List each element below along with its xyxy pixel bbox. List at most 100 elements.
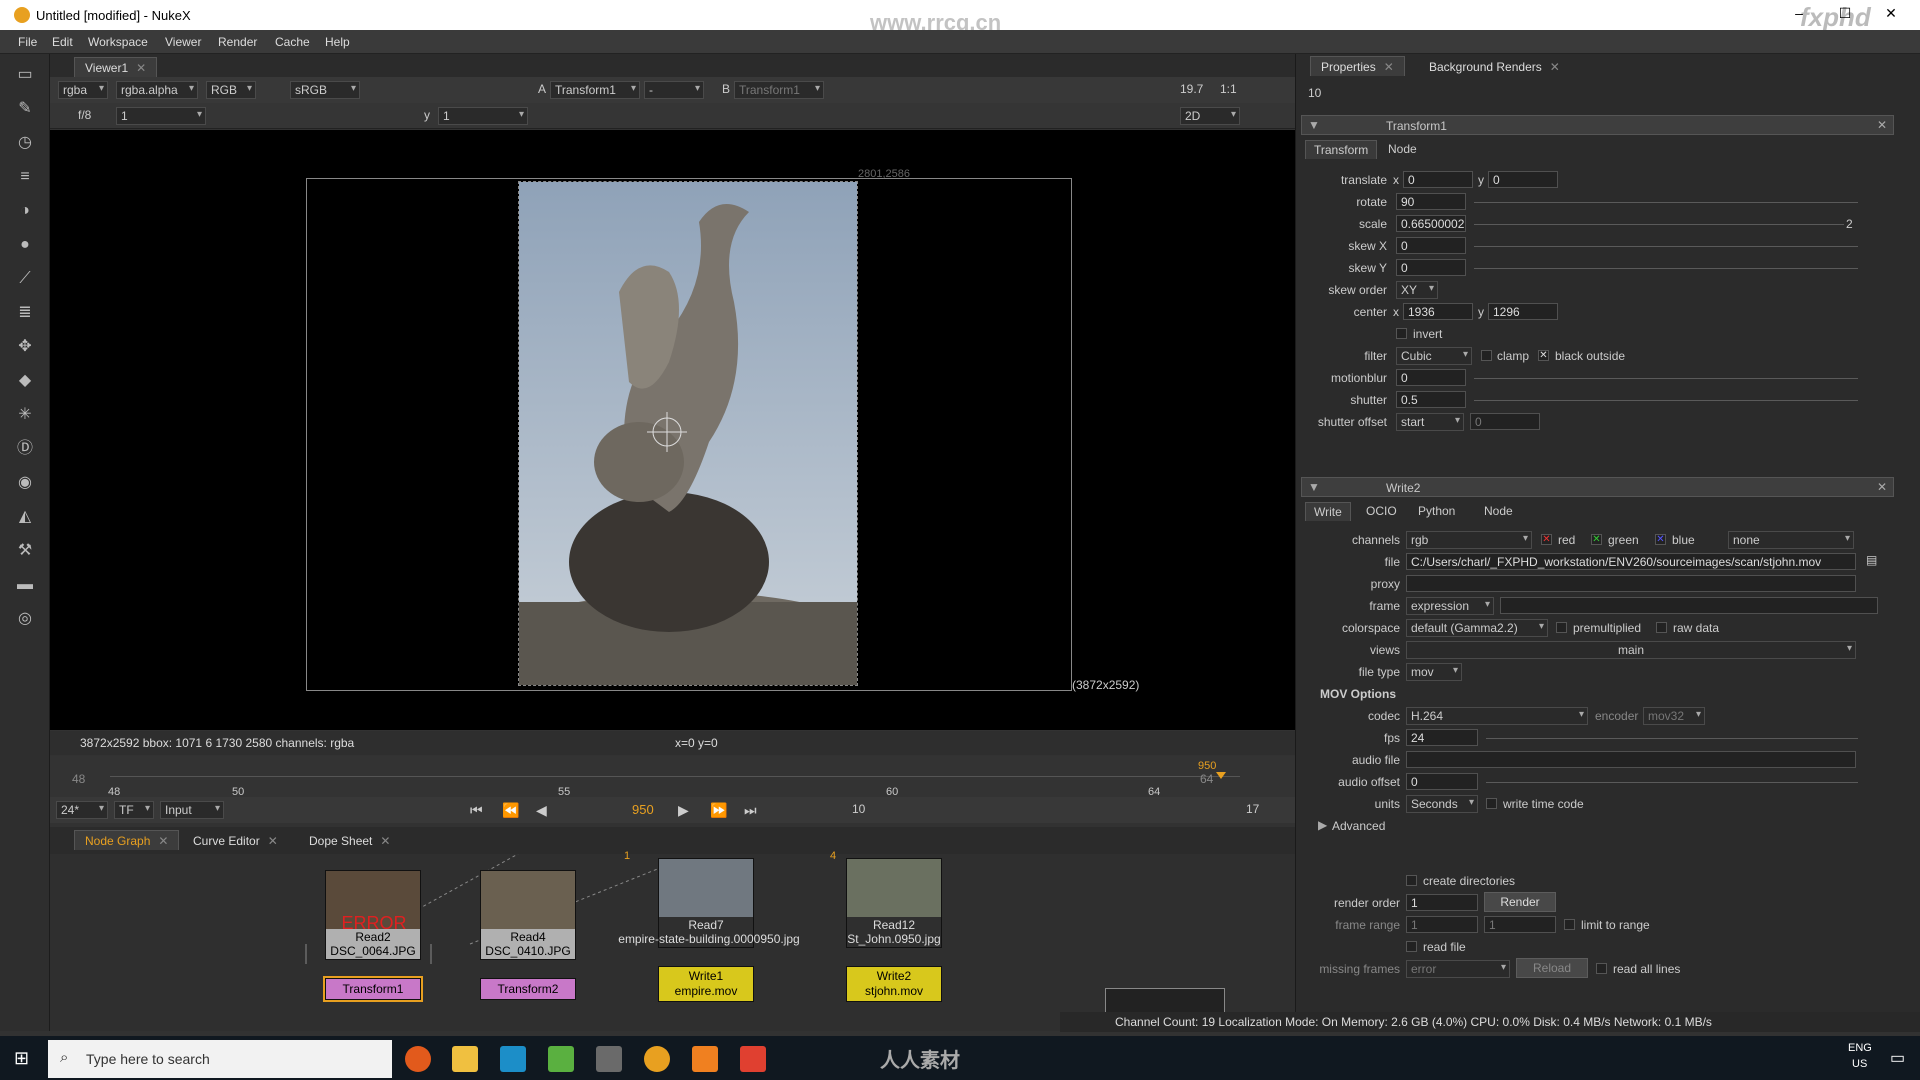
play-icon[interactable]: ▶	[678, 802, 689, 819]
draw-icon[interactable]: ✎	[14, 98, 36, 120]
metadata-icon[interactable]: ◭	[14, 506, 36, 528]
collapse-icon[interactable]: ▼	[1308, 118, 1320, 132]
translate-y-field[interactable]: 0	[1488, 171, 1558, 188]
prev-key-icon[interactable]: ⏪	[502, 802, 519, 819]
tab-python[interactable]: Python	[1410, 502, 1463, 520]
taskbar-search[interactable]: ⌕ Type here to search	[48, 1040, 392, 1078]
transform-node[interactable]: Transform2	[480, 978, 576, 1000]
rotate-slider[interactable]	[1474, 202, 1858, 203]
filter-dropdown[interactable]: Cubic	[1396, 347, 1472, 365]
channels-dropdown[interactable]: rgb	[1406, 531, 1532, 549]
skeworder-dropdown[interactable]: XY	[1396, 281, 1438, 299]
toolsets-icon[interactable]: ⚒	[14, 540, 36, 562]
green-checkbox[interactable]: ✕	[1591, 534, 1602, 545]
close-tab-icon[interactable]: ✕	[158, 834, 168, 848]
frame-range-start-field[interactable]: 1	[1406, 916, 1478, 933]
premultiplied-checkbox[interactable]	[1556, 622, 1567, 633]
render-button[interactable]: Render	[1484, 892, 1556, 912]
display-dropdown[interactable]: RGB	[206, 81, 256, 99]
input-dropdown[interactable]: Input	[160, 801, 224, 819]
colorspace-dropdown[interactable]: default (Gamma2.2)	[1406, 619, 1548, 637]
minimize-button[interactable]: –	[1776, 5, 1822, 21]
transform-icon[interactable]: ✥	[14, 336, 36, 358]
motionblur-field[interactable]: 0	[1396, 369, 1466, 386]
raw-data-checkbox[interactable]	[1656, 622, 1667, 633]
tab-transform[interactable]: Transform	[1305, 140, 1378, 159]
expand-icon[interactable]: ▶	[1318, 818, 1327, 832]
frame-range-end-field[interactable]: 1	[1484, 916, 1556, 933]
menu-render[interactable]: Render	[218, 35, 257, 49]
menu-viewer[interactable]: Viewer	[165, 35, 201, 49]
skewx-field[interactable]: 0	[1396, 237, 1466, 254]
menu-help[interactable]: Help	[325, 35, 350, 49]
menu-file[interactable]: File	[18, 35, 37, 49]
tab-viewer1[interactable]: Viewer1 ✕	[74, 57, 158, 77]
skewy-field[interactable]: 0	[1396, 259, 1466, 276]
codec-dropdown[interactable]: H.264	[1406, 707, 1588, 725]
red-checkbox[interactable]: ✕	[1541, 534, 1552, 545]
menu-cache[interactable]: Cache	[275, 35, 310, 49]
zoom-value[interactable]: 1:1	[1220, 82, 1237, 96]
maximize-button[interactable]: ☐	[1822, 5, 1868, 22]
app2-icon[interactable]	[740, 1046, 766, 1072]
channels-dropdown[interactable]: rgba	[58, 81, 108, 99]
fps-field[interactable]: 24	[1406, 729, 1478, 746]
tab-curve-editor[interactable]: Curve Editor ✕	[182, 830, 289, 850]
read-all-lines-checkbox[interactable]	[1596, 963, 1607, 974]
encoder-dropdown[interactable]: mov32	[1643, 707, 1705, 725]
read-node[interactable]: ERROR Read2 DSC_0064.JPG	[325, 870, 421, 960]
tab-node[interactable]: Node	[1380, 140, 1425, 158]
windows-start-icon[interactable]: ⊞	[14, 1048, 34, 1068]
image-icon[interactable]: ▭	[14, 64, 36, 86]
alpha-dropdown[interactable]: rgba.alpha	[116, 81, 198, 99]
collapse-icon[interactable]: ▼	[1308, 480, 1320, 494]
scale-field[interactable]: 0.66500002	[1396, 215, 1466, 232]
close-tab-icon[interactable]: ✕	[380, 834, 390, 848]
write-timecode-checkbox[interactable]	[1486, 798, 1497, 809]
firefox-icon[interactable]	[405, 1046, 431, 1072]
colorspace-dropdown[interactable]: sRGB	[290, 81, 360, 99]
transform-panel-header[interactable]: ▼ Transform1 ✕	[1301, 115, 1894, 135]
file-explorer-icon[interactable]	[452, 1046, 478, 1072]
tab-write[interactable]: Write	[1305, 502, 1351, 521]
audiooffset-field[interactable]: 0	[1406, 773, 1478, 790]
nuke-taskbar-icon[interactable]	[644, 1046, 670, 1072]
frame-expression-field[interactable]	[1500, 597, 1878, 614]
write-node[interactable]: Write2 stjohn.mov	[846, 966, 942, 1002]
read-node[interactable]: Read4 DSC_0410.JPG	[480, 870, 576, 960]
step-size-field[interactable]: 10	[852, 802, 865, 816]
translate-x-field[interactable]: 0	[1403, 171, 1473, 188]
plugins-icon[interactable]: ◎	[14, 608, 36, 630]
motionblur-slider[interactable]	[1474, 378, 1858, 379]
a-input-dropdown[interactable]: Transform1	[550, 81, 640, 99]
merge-icon[interactable]: ≣	[14, 302, 36, 324]
goto-start-icon[interactable]: ⏮	[470, 802, 483, 819]
audiooffset-slider[interactable]	[1486, 782, 1858, 783]
next-key-icon[interactable]: ⏩	[710, 802, 727, 819]
scale-dims-button[interactable]: 2	[1846, 217, 1853, 231]
black-outside-checkbox[interactable]: ✕	[1538, 350, 1549, 361]
compare-op-dropdown[interactable]: -	[644, 81, 704, 99]
file-field[interactable]: C:/Users/charl/_FXPHD_workstation/ENV260…	[1406, 553, 1856, 570]
write-node[interactable]: Write1 empire.mov	[658, 966, 754, 1002]
close-tab-icon[interactable]: ✕	[136, 61, 146, 75]
view-mode-dropdown[interactable]: 2D	[1180, 107, 1240, 125]
shutteroffset-field[interactable]: 0	[1470, 413, 1540, 430]
center-x-field[interactable]: 1936	[1403, 303, 1473, 320]
gain-value[interactable]: 19.7	[1180, 82, 1203, 96]
close-button[interactable]: ✕	[1868, 5, 1914, 22]
current-frame-field[interactable]: 950	[632, 802, 654, 817]
step-back-icon[interactable]: ◀	[536, 802, 547, 819]
render-order-field[interactable]: 1	[1406, 894, 1478, 911]
rotate-field[interactable]: 90	[1396, 193, 1466, 210]
fps-dropdown[interactable]: 24*	[56, 801, 108, 819]
filter-icon[interactable]: ●	[14, 234, 36, 256]
blue-checkbox[interactable]: ✕	[1655, 534, 1666, 545]
tab-dope-sheet[interactable]: Dope Sheet ✕	[298, 830, 402, 850]
extra-channel-dropdown[interactable]: none	[1728, 531, 1854, 549]
max-panels-field[interactable]: 10	[1308, 86, 1321, 100]
frame-field[interactable]: 1	[116, 107, 206, 125]
limit-range-checkbox[interactable]	[1564, 919, 1575, 930]
shutter-field[interactable]: 0.5	[1396, 391, 1466, 408]
close-tab-icon[interactable]: ✕	[1550, 60, 1560, 74]
